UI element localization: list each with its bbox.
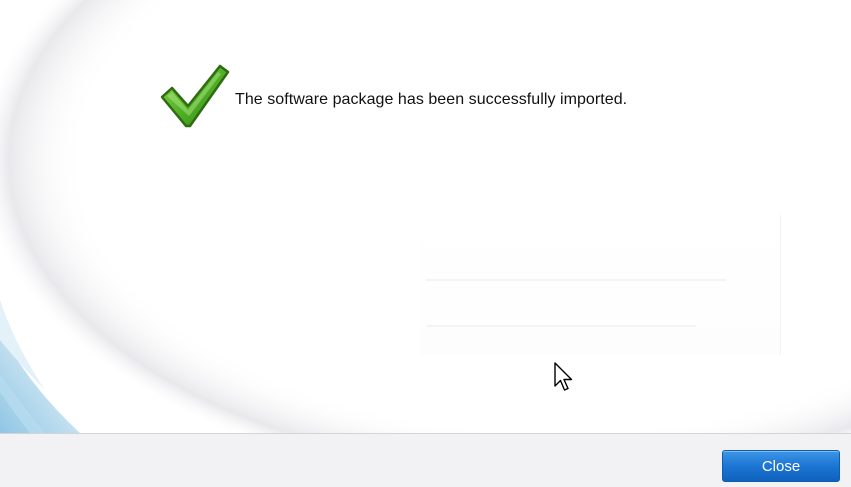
success-message: The software package has been successful…	[235, 91, 628, 108]
close-button[interactable]: Close	[722, 450, 840, 482]
check-mark-icon	[158, 64, 230, 128]
dialog-body: The software package has been successful…	[0, 0, 851, 433]
dialog-footer: Close	[0, 433, 851, 487]
background-divider	[426, 279, 726, 281]
background-panel	[420, 215, 781, 355]
background-divider	[426, 325, 696, 327]
success-message-row: The software package has been successful…	[158, 64, 627, 128]
